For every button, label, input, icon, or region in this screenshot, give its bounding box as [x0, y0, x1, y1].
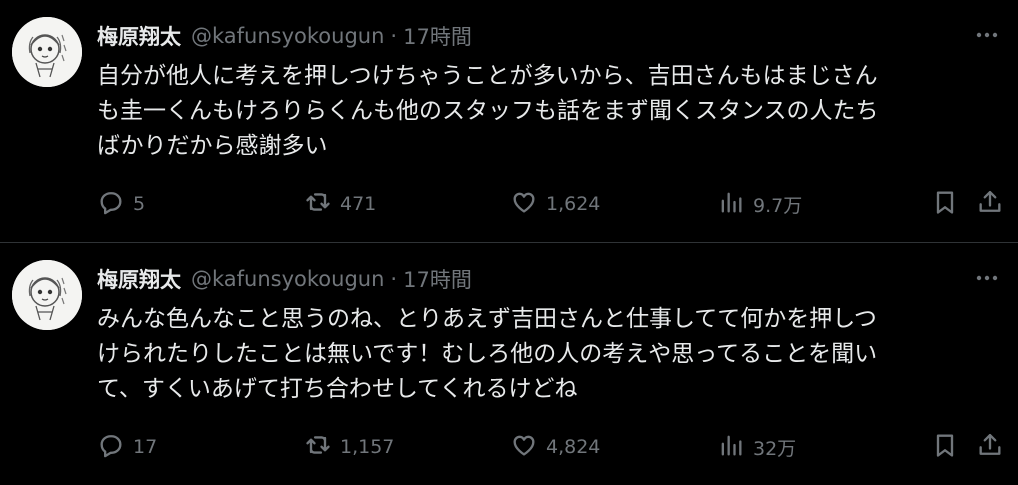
timestamp[interactable]: 17時間	[403, 21, 472, 51]
tweet-text: 自分が他人に考えを押しつけちゃうことが多いから、吉田さんもはまじさん も圭一くん…	[97, 63, 879, 159]
tweet-text: みんな色んなこと思うのね、とりあえず吉田さんと仕事してて何かを押しつ けられたり…	[97, 306, 878, 402]
share-button[interactable]	[976, 431, 1004, 463]
separator: ·	[390, 267, 398, 291]
views-icon	[717, 431, 745, 464]
bookmark-button[interactable]	[931, 188, 959, 220]
tweet-header: 梅原翔太 @kafunsyokougun · 17時間	[97, 265, 472, 293]
repost-count: 1,157	[340, 436, 395, 458]
reply-count: 5	[133, 193, 146, 215]
reply-icon	[97, 188, 125, 221]
repost-count: 471	[340, 193, 377, 215]
reply-count: 17	[133, 436, 158, 458]
avatar[interactable]	[12, 260, 82, 330]
author-name[interactable]: 梅原翔太	[97, 21, 181, 51]
share-icon	[976, 431, 1004, 464]
bookmark-button[interactable]	[931, 431, 959, 463]
bookmark-icon	[931, 188, 959, 221]
more-icon[interactable]	[972, 24, 1002, 46]
like-button[interactable]: 1,624	[510, 188, 600, 220]
action-bar: 17 1,157 4,824 32万	[97, 431, 1004, 463]
author-handle[interactable]: @kafunsyokougun	[191, 267, 384, 291]
avatar[interactable]	[12, 17, 82, 87]
share-icon	[976, 188, 1004, 221]
separator: ·	[390, 24, 398, 48]
reply-icon	[97, 431, 125, 464]
like-icon	[510, 188, 538, 221]
author-name[interactable]: 梅原翔太	[97, 264, 181, 294]
action-bar: 5 471 1,624 9.7万	[97, 188, 1004, 220]
repost-button[interactable]: 1,157	[304, 431, 394, 463]
views-icon	[717, 188, 745, 221]
tweet-header: 梅原翔太 @kafunsyokougun · 17時間	[97, 22, 472, 50]
author-handle[interactable]: @kafunsyokougun	[191, 24, 384, 48]
views-button[interactable]: 32万	[717, 431, 796, 463]
views-button[interactable]: 9.7万	[717, 188, 802, 220]
repost-icon	[304, 188, 332, 221]
reply-button[interactable]: 17	[97, 431, 157, 463]
views-count: 32万	[753, 437, 797, 460]
repost-icon	[304, 431, 332, 464]
share-button[interactable]	[976, 188, 1004, 220]
more-icon[interactable]	[972, 267, 1002, 289]
repost-button[interactable]: 471	[304, 188, 376, 220]
like-icon	[510, 431, 538, 464]
like-count: 4,824	[546, 436, 601, 458]
like-button[interactable]: 4,824	[510, 431, 600, 463]
reply-button[interactable]: 5	[97, 188, 145, 220]
tweet[interactable]: 梅原翔太 @kafunsyokougun · 17時間 みんな色んなこと思うのね…	[0, 243, 1018, 485]
tweet[interactable]: 梅原翔太 @kafunsyokougun · 17時間 自分が他人に考えを押しつ…	[0, 0, 1018, 243]
like-count: 1,624	[546, 193, 601, 215]
bookmark-icon	[931, 431, 959, 464]
timestamp[interactable]: 17時間	[403, 264, 472, 294]
views-count: 9.7万	[753, 194, 803, 217]
